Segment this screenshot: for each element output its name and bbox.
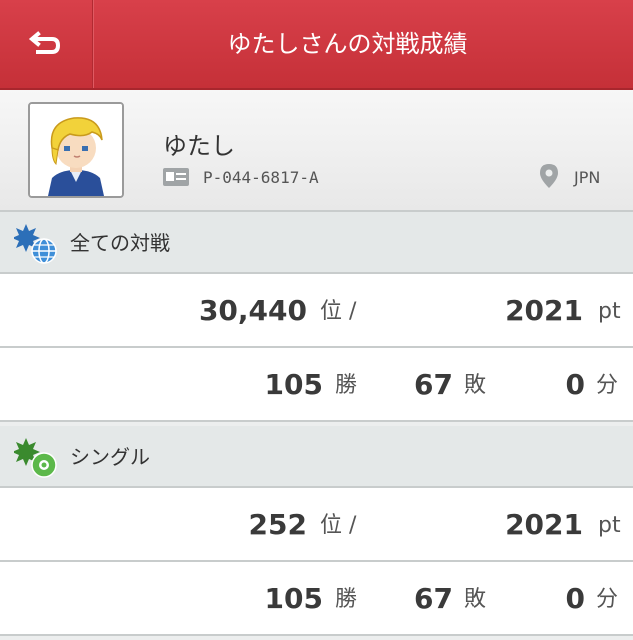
- rank-unit: 位 /: [320, 299, 357, 324]
- losses-unit: 敗: [464, 587, 487, 612]
- region-code: JPN: [574, 168, 601, 187]
- rating-value: 2021: [505, 294, 583, 327]
- draws-value: 0: [565, 368, 585, 401]
- avatar: [28, 102, 124, 198]
- losses-value: 67: [414, 368, 453, 401]
- rating-unit: pt: [598, 513, 621, 538]
- player-id: P-044-6817-A: [203, 168, 319, 187]
- id-card-icon: [163, 168, 189, 186]
- rating-unit: pt: [598, 299, 621, 324]
- wins-unit: 勝: [335, 373, 358, 398]
- section-label: 全ての対戦: [70, 231, 170, 255]
- globe-burst-icon: [14, 224, 57, 264]
- wins-value: 105: [264, 582, 323, 615]
- losses-unit: 敗: [464, 373, 487, 398]
- rating-value: 2021: [505, 508, 583, 541]
- back-button[interactable]: [0, 0, 93, 88]
- rank-value: 30,440: [198, 294, 307, 327]
- player-name: ゆたし: [163, 132, 235, 160]
- app-header: ゆたしさんの対戦成績: [0, 0, 633, 90]
- section-header-all-battles: 全ての対戦: [0, 212, 633, 274]
- record-row: 105 勝 67 敗 0 分: [0, 348, 633, 422]
- losses-value: 67: [414, 582, 453, 615]
- draws-unit: 分: [596, 587, 619, 612]
- ranking-row: 252 位 / 2021 pt: [0, 488, 633, 562]
- section-header-single: シングル: [0, 426, 633, 488]
- section-label: シングル: [70, 445, 150, 469]
- trainer-avatar-icon: [30, 104, 122, 196]
- back-arrow-icon: [28, 31, 61, 54]
- draws-unit: 分: [596, 373, 619, 398]
- player-profile: ゆたし P-044-6817-A JPN: [0, 90, 633, 212]
- single-battle-icon: [14, 438, 57, 478]
- ranking-row: 30,440 位 / 2021 pt: [0, 274, 633, 348]
- wins-value: 105: [264, 368, 323, 401]
- location-pin-icon: [540, 164, 558, 188]
- page-title: ゆたしさんの対戦成績: [227, 30, 468, 58]
- rank-unit: 位 /: [320, 513, 357, 538]
- wins-unit: 勝: [335, 587, 358, 612]
- rank-value: 252: [248, 508, 307, 541]
- draws-value: 0: [565, 582, 585, 615]
- record-row: 105 勝 67 敗 0 分: [0, 562, 633, 636]
